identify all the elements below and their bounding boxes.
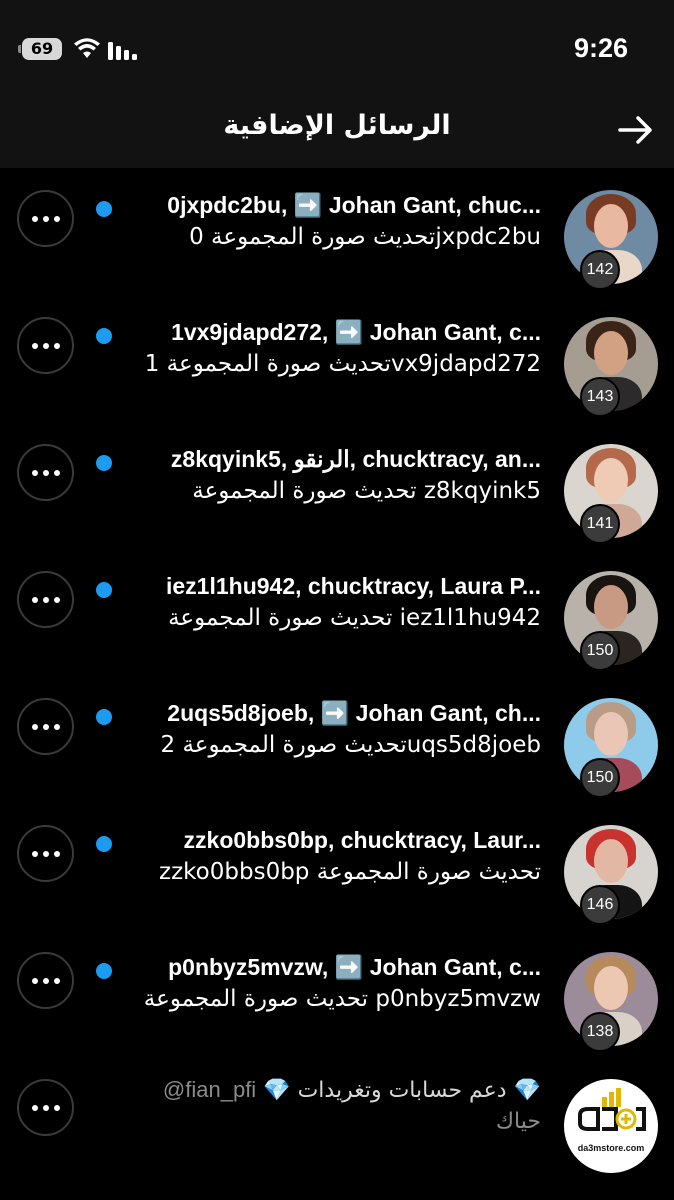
conversation-participants: 1vx9jdapd272, ➡️ Johan Gant, c...	[171, 319, 541, 345]
more-dots-icon	[19, 1081, 72, 1134]
more-dots-icon	[19, 192, 72, 245]
member-count-badge: 143	[580, 377, 620, 417]
more-options-button[interactable]	[17, 1079, 74, 1136]
conversation-participants: zzko0bbs0bp, chucktracy, Laur...	[183, 827, 541, 853]
unread-indicator	[96, 455, 112, 471]
conversation-list: 0jxpdc2bu, ➡️ Johan Gant, chuc... تحديث …	[0, 168, 674, 1184]
promo-text: @fian_pfi 💎 دعم حسابات وتغريدات 💎	[101, 1077, 541, 1103]
member-count-badge: 150	[580, 758, 620, 798]
conversation-participants: p0nbyz5mvzw, ➡️ Johan Gant, c...	[168, 954, 541, 980]
more-dots-icon	[19, 573, 72, 626]
more-dots-icon	[19, 827, 72, 880]
page-title: الرسائل الإضافية	[223, 110, 451, 141]
promo-row[interactable]: @fian_pfi 💎 دعم حسابات وتغريدات 💎 حياك d…	[0, 1057, 674, 1184]
conversation-participants: 0jxpdc2bu, ➡️ Johan Gant, chuc...	[167, 192, 541, 218]
battery-icon: 69	[18, 38, 62, 60]
more-dots-icon	[19, 954, 72, 1007]
conversation-preview: تحديث صورة المجموعة p0nbyz5mvzw	[143, 986, 541, 1012]
member-count-badge: 141	[580, 504, 620, 544]
unread-indicator	[96, 963, 112, 979]
conversation-preview: zzko0bbs0bp تحديث صورة المجموعة	[159, 859, 541, 885]
promo-message: 💎 دعم حسابات وتغريدات 💎	[263, 1078, 541, 1103]
more-options-button[interactable]	[17, 190, 74, 247]
member-count-badge: 142	[580, 250, 620, 290]
conversation-row[interactable]: 1vx9jdapd272, ➡️ Johan Gant, c... تحديث …	[0, 295, 674, 422]
header: الرسائل الإضافية	[0, 100, 674, 168]
conversation-row[interactable]: 0jxpdc2bu, ➡️ Johan Gant, chuc... تحديث …	[0, 168, 674, 295]
store-logo[interactable]: da3mstore.com	[564, 1079, 658, 1173]
wifi-icon	[74, 38, 100, 58]
conversation-participants: 2uqs5d8joeb, ➡️ Johan Gant, ch...	[167, 700, 541, 726]
conversation-participants: z8kqyink5, الرنقو, chucktracy, an...	[170, 446, 541, 472]
conversation-preview: تحديث صورة المجموعة z8kqyink5	[192, 478, 541, 504]
arrow-right-icon	[618, 116, 652, 144]
more-options-button[interactable]	[17, 317, 74, 374]
more-dots-icon	[19, 700, 72, 753]
conversation-row[interactable]: z8kqyink5, الرنقو, chucktracy, an... تحد…	[0, 422, 674, 549]
conversation-participants: iez1l1hu942, chucktracy, Laura P...	[165, 573, 541, 599]
back-button[interactable]	[616, 112, 656, 148]
clock: 9:26	[573, 33, 628, 63]
promo-subtext: حياك	[495, 1109, 541, 1134]
conversation-preview: تحديث صورة المجموعة 1vx9jdapd272	[144, 351, 541, 377]
store-logo-icon	[578, 1088, 646, 1131]
conversation-row[interactable]: zzko0bbs0bp, chucktracy, Laur... zzko0bb…	[0, 803, 674, 930]
member-count-badge: 150	[580, 631, 620, 671]
unread-indicator	[96, 328, 112, 344]
more-options-button[interactable]	[17, 825, 74, 882]
more-options-button[interactable]	[17, 444, 74, 501]
more-options-button[interactable]	[17, 698, 74, 755]
unread-indicator	[96, 709, 112, 725]
more-dots-icon	[19, 446, 72, 499]
conversation-preview: تحديث صورة المجموعة iez1l1hu942	[168, 605, 541, 631]
member-count-badge: 138	[580, 1012, 620, 1052]
conversation-row[interactable]: p0nbyz5mvzw, ➡️ Johan Gant, c... تحديث ص…	[0, 930, 674, 1057]
conversation-preview: تحديث صورة المجموعة 2uqs5d8joeb	[160, 732, 541, 758]
status-bar: 69 9:26	[0, 0, 674, 100]
unread-indicator	[96, 201, 112, 217]
more-dots-icon	[19, 319, 72, 372]
promo-handle: @fian_pfi	[162, 1077, 257, 1102]
conversation-row[interactable]: 2uqs5d8joeb, ➡️ Johan Gant, ch... تحديث …	[0, 676, 674, 803]
unread-indicator	[96, 582, 112, 598]
unread-indicator	[96, 836, 112, 852]
conversation-row[interactable]: iez1l1hu942, chucktracy, Laura P... تحدي…	[0, 549, 674, 676]
conversation-preview: تحديث صورة المجموعة 0jxpdc2bu	[189, 224, 541, 250]
member-count-badge: 146	[580, 885, 620, 925]
more-options-button[interactable]	[17, 952, 74, 1009]
store-logo-text: da3mstore.com	[577, 1143, 645, 1153]
signal-icon	[108, 42, 137, 60]
more-options-button[interactable]	[17, 571, 74, 628]
